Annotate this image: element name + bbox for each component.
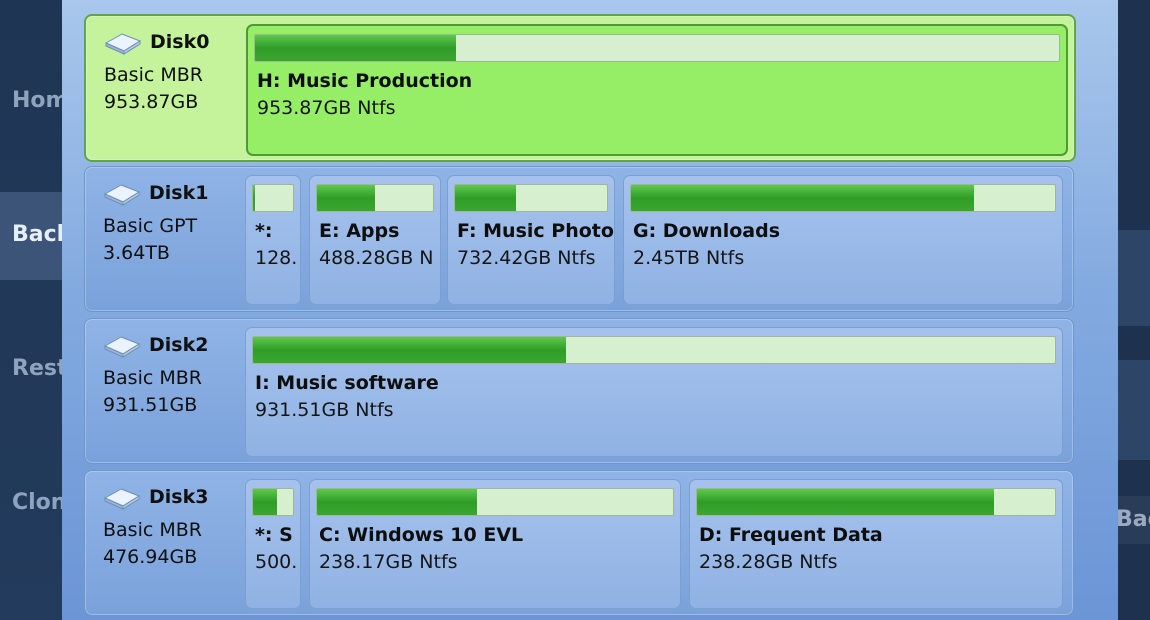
disk-name: Disk1 <box>149 182 209 204</box>
partition-size-fs: 2.45TB Ntfs <box>633 247 745 269</box>
usage-bar <box>316 488 674 516</box>
partition-label: G: Downloads <box>633 220 781 242</box>
partition-star-s[interactable]: *: S 500. <box>245 479 301 609</box>
disk-info: Disk1 Basic GPT 3.64TB <box>103 179 243 267</box>
disk-size: 931.51GB <box>103 394 198 416</box>
disk-type: Basic GPT <box>103 215 198 237</box>
partition-i-music-software[interactable]: I: Music software 931.51GB Ntfs <box>245 327 1063 457</box>
partition-label: *: S <box>255 524 293 546</box>
partition-f-music-photo[interactable]: F: Music Photo 732.42GB Ntfs <box>447 175 615 305</box>
partition-star-1[interactable]: *: 128. <box>245 175 301 305</box>
disk-row-disk2[interactable]: Disk2 Basic MBR 931.51GB I: Music softwa… <box>84 318 1074 464</box>
hard-disk-icon <box>103 184 141 206</box>
partition-size-fs: 238.28GB Ntfs <box>699 551 838 573</box>
partition-h-music-production[interactable]: H: Music Production 953.87GB Ntfs <box>246 24 1068 156</box>
partition-label: *: <box>255 220 273 242</box>
partition-size-fs: 500. <box>255 551 298 573</box>
disk-name: Disk0 <box>150 31 210 53</box>
usage-bar-fill <box>317 185 375 211</box>
hard-disk-icon <box>103 488 141 510</box>
usage-bar-fill <box>253 489 277 515</box>
usage-bar <box>316 184 434 212</box>
usage-bar <box>630 184 1056 212</box>
disk-info: Disk3 Basic MBR 476.94GB <box>103 483 243 571</box>
disk-info: Disk2 Basic MBR 931.51GB <box>103 331 243 419</box>
partition-size-fs: 931.51GB Ntfs <box>255 399 394 421</box>
usage-bar <box>696 488 1056 516</box>
usage-bar <box>454 184 608 212</box>
usage-bar <box>252 336 1056 364</box>
partition-label: F: Music Photo <box>457 220 614 242</box>
partition-label: I: Music software <box>255 372 439 394</box>
partition-size-fs: 128. <box>255 247 298 269</box>
partition-size-fs: 238.17GB Ntfs <box>319 551 458 573</box>
partition-g-downloads[interactable]: G: Downloads 2.45TB Ntfs <box>623 175 1063 305</box>
usage-bar-fill <box>253 337 566 363</box>
partition-c-windows-10-evl[interactable]: C: Windows 10 EVL 238.17GB Ntfs <box>309 479 681 609</box>
usage-bar-fill <box>317 489 478 515</box>
disk-type: Basic MBR <box>103 367 202 389</box>
disk-name: Disk2 <box>149 334 209 356</box>
usage-bar <box>252 488 294 516</box>
disk-name: Disk3 <box>149 486 209 508</box>
disk-type: Basic MBR <box>103 519 202 541</box>
disk-row-disk1[interactable]: Disk1 Basic GPT 3.64TB *: 128. E: Apps 4… <box>84 166 1074 312</box>
partition-size-fs: 732.42GB Ntfs <box>457 247 596 269</box>
disk-size: 953.87GB <box>104 91 199 113</box>
partition-e-apps[interactable]: E: Apps 488.28GB N <box>309 175 441 305</box>
partition-label: D: Frequent Data <box>699 524 883 546</box>
disk-info: Disk0 Basic MBR 953.87GB <box>104 28 244 116</box>
disk-row-disk0[interactable]: Disk0 Basic MBR 953.87GB H: Music Produc… <box>84 14 1076 162</box>
usage-bar <box>254 34 1060 62</box>
disk-type: Basic MBR <box>104 64 203 86</box>
disk-row-disk3[interactable]: Disk3 Basic MBR 476.94GB *: S 500. C: Wi… <box>84 470 1074 616</box>
usage-bar-fill <box>253 185 255 211</box>
partition-d-frequent-data[interactable]: D: Frequent Data 238.28GB Ntfs <box>689 479 1063 609</box>
partition-label: E: Apps <box>319 220 400 242</box>
disk-size: 3.64TB <box>103 242 170 264</box>
usage-bar-fill <box>255 35 456 61</box>
partition-label: H: Music Production <box>257 70 473 92</box>
usage-bar-fill <box>455 185 516 211</box>
usage-bar-fill <box>631 185 975 211</box>
hard-disk-icon <box>104 33 142 55</box>
partition-size-fs: 953.87GB Ntfs <box>257 97 396 119</box>
usage-bar-fill <box>697 489 995 515</box>
disk-size: 476.94GB <box>103 546 198 568</box>
usage-bar <box>252 184 294 212</box>
partition-label: C: Windows 10 EVL <box>319 524 524 546</box>
hard-disk-icon <box>103 336 141 358</box>
disk-map-panel: Disk0 Basic MBR 953.87GB H: Music Produc… <box>62 0 1118 620</box>
partition-size-fs: 488.28GB N <box>319 247 434 269</box>
